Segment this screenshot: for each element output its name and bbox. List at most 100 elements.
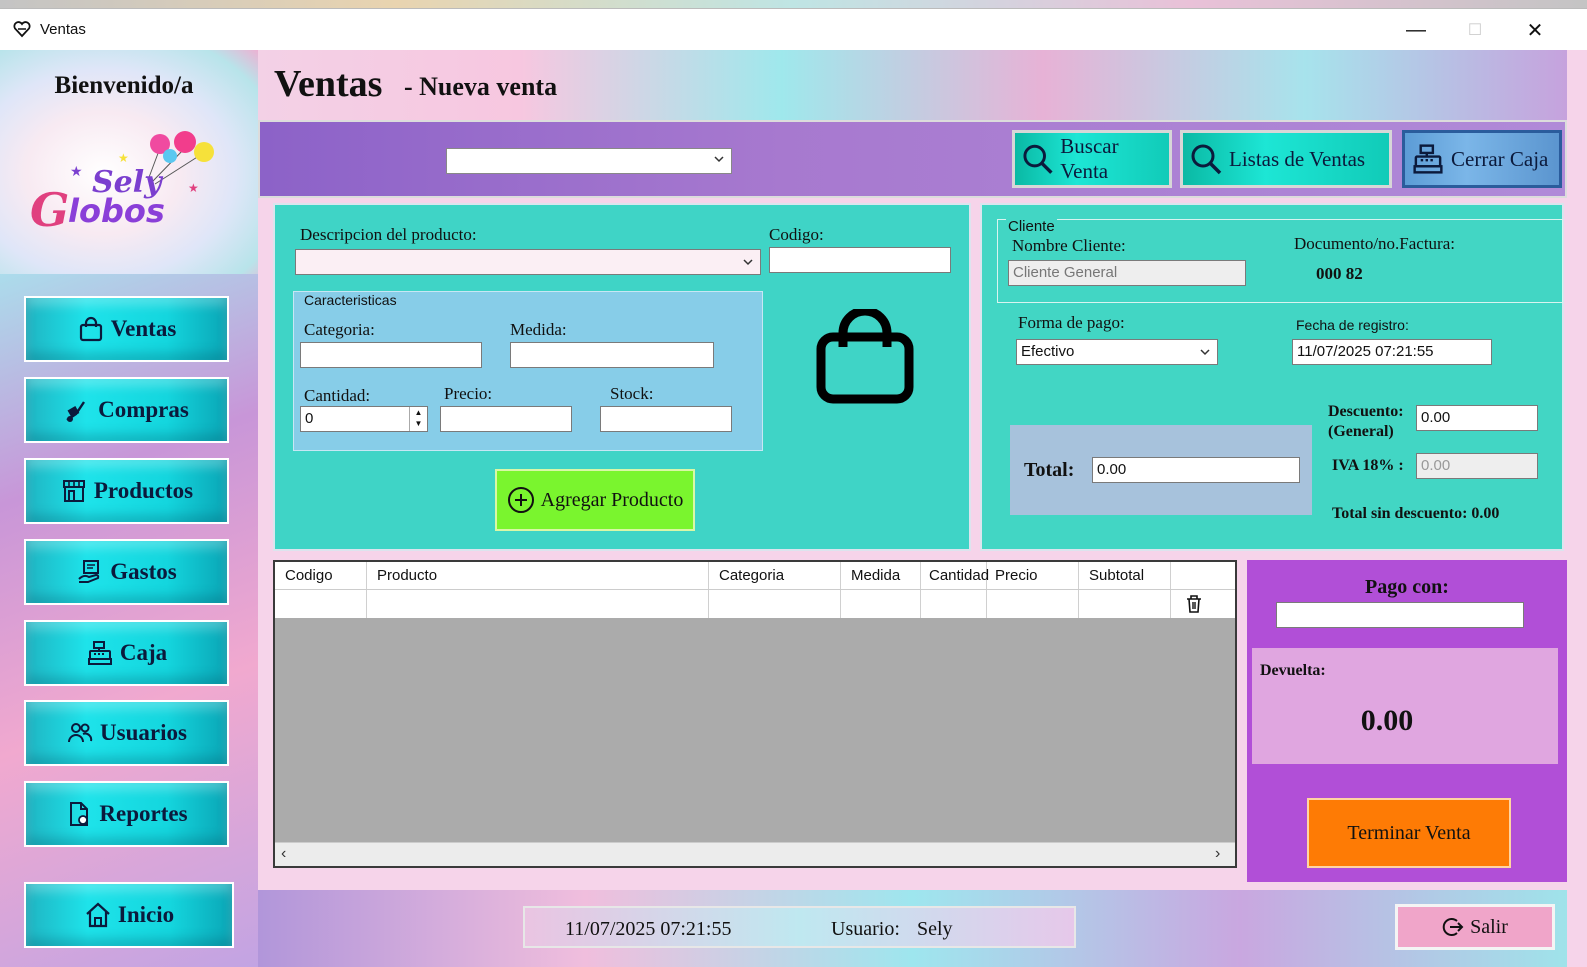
exit-button[interactable]: Salir <box>1395 904 1555 950</box>
report-icon <box>70 802 89 826</box>
nav-gastos-button[interactable]: Gastos <box>24 539 229 605</box>
measure-input[interactable] <box>510 342 714 368</box>
sely-globos-logo: Sely G lobos ★ ★ ★ <box>30 131 214 237</box>
welcome-text: Bienvenido/a <box>54 72 194 99</box>
column-header[interactable]: Precio <box>987 562 1079 589</box>
discount-input[interactable]: 0.00 <box>1416 405 1538 431</box>
stock-input[interactable] <box>600 406 732 432</box>
page-title: Ventas <box>274 63 383 105</box>
sidebar: Bienvenido/a Sely G lobos ★ ★ ★ Ventas C… <box>0 50 258 967</box>
total-no-discount: Total sin descuento: 0.00 <box>1332 505 1500 522</box>
column-header[interactable]: Codigo <box>275 562 367 589</box>
shopping-bag-icon <box>816 309 914 404</box>
nav-ventas-label: Ventas <box>110 316 177 341</box>
column-header[interactable]: Subtotal <box>1079 562 1171 589</box>
price-input[interactable] <box>440 406 572 432</box>
document-value: 000 82 <box>1316 264 1363 283</box>
code-label: Codigo: <box>769 225 824 244</box>
add-product-button[interactable]: Agregar Producto <box>495 469 695 531</box>
table-cell[interactable] <box>987 590 1079 618</box>
nav-compras-label: Compras <box>98 397 189 422</box>
toolbar: Buscar Venta Listas de Ventas Cerrar Caj… <box>258 120 1567 198</box>
column-header[interactable]: Medida <box>841 562 921 589</box>
nav-usuarios-button[interactable]: Usuarios <box>24 700 229 766</box>
top-select[interactable] <box>446 148 732 174</box>
nav-productos-button[interactable]: Productos <box>24 458 229 524</box>
status-bar: 11/07/2025 07:21:55 Usuario: Sely Salir <box>258 890 1567 967</box>
nav-compras-button[interactable]: Compras <box>24 377 229 443</box>
registration-date-input[interactable]: 11/07/2025 07:21:55 <box>1292 339 1492 365</box>
table-cell[interactable] <box>275 590 367 618</box>
characteristics-group: Caracteristicas Categoria: Medida: Canti… <box>293 291 763 451</box>
stepper-arrows[interactable]: ▲ ▼ <box>409 407 427 431</box>
scroll-left-icon[interactable]: ‹ <box>281 845 286 863</box>
table-cell[interactable] <box>921 590 987 618</box>
title-bar: Ventas — ☐ ✕ <box>0 8 1587 50</box>
user-label: Usuario: <box>831 918 900 940</box>
description-select[interactable] <box>295 249 761 275</box>
nav-caja-label: Caja <box>119 640 168 665</box>
pay-with-input[interactable] <box>1276 602 1524 628</box>
page-subtitle: - Nueva venta <box>404 72 558 101</box>
search-sale-button[interactable]: Buscar Venta <box>1012 130 1172 188</box>
desktop-strip <box>0 0 1587 8</box>
column-header[interactable]: Cantidad <box>921 562 989 589</box>
maximize-button[interactable]: ☐ <box>1452 15 1498 45</box>
client-name-label: Nombre Cliente: <box>1012 236 1126 255</box>
sales-lists-button[interactable]: Listas de Ventas <box>1180 130 1392 188</box>
change-value: 0.00 <box>1360 704 1414 737</box>
nav-inicio-label: Inicio <box>117 902 175 927</box>
cash-register-icon <box>87 641 112 665</box>
column-header[interactable]: Categoria <box>709 562 841 589</box>
total-label: Total: <box>1024 459 1075 481</box>
category-input[interactable] <box>300 342 482 368</box>
nav-inicio-button[interactable]: Inicio <box>24 882 234 948</box>
category-label: Categoria: <box>304 320 375 339</box>
svg-text:★: ★ <box>118 151 129 165</box>
close-button[interactable]: ✕ <box>1512 15 1558 45</box>
search-icon <box>1023 144 1053 174</box>
finish-sale-label: Terminar Venta <box>1347 821 1471 844</box>
column-header[interactable]: Producto <box>367 562 709 589</box>
chevron-down-icon <box>714 156 724 163</box>
code-input[interactable] <box>769 247 951 273</box>
payment-panel: Pago con: Devuelta: 0.00 Terminar Venta <box>1247 560 1567 882</box>
heart-app-icon <box>13 21 31 38</box>
change-label: Devuelta: <box>1260 662 1326 679</box>
nav-caja-button[interactable]: Caja <box>24 620 229 686</box>
window-title: Ventas <box>40 21 86 38</box>
total-input[interactable]: 0.00 <box>1092 457 1300 483</box>
table-row[interactable] <box>275 590 1235 618</box>
table-cell[interactable] <box>1079 590 1171 618</box>
add-product-label: Agregar Producto <box>540 488 684 511</box>
minimize-button[interactable]: — <box>1393 15 1439 45</box>
client-name-input[interactable]: Cliente General <box>1008 260 1246 286</box>
table-cell[interactable] <box>367 590 709 618</box>
close-register-button[interactable]: Cerrar Caja <box>1402 130 1562 188</box>
logout-icon <box>1442 918 1464 936</box>
status-box: 11/07/2025 07:21:55 Usuario: Sely <box>523 906 1076 948</box>
document-label: Documento/no.Factura: <box>1294 234 1455 253</box>
page-header: Ventas - Nueva venta <box>258 50 1567 120</box>
svg-text:★: ★ <box>70 165 83 180</box>
nav-ventas-button[interactable]: Ventas <box>24 296 229 362</box>
payment-method-select[interactable]: Efectivo <box>1016 339 1218 365</box>
sale-items-table[interactable]: Codigo Producto Categoria Medida Cantida… <box>273 560 1237 868</box>
quantity-stepper[interactable]: 0 ▲ ▼ <box>300 406 428 432</box>
iva-input[interactable]: 0.00 <box>1416 453 1538 479</box>
trash-icon[interactable] <box>1185 594 1203 614</box>
column-header[interactable] <box>1171 562 1235 589</box>
store-icon <box>62 480 85 502</box>
exit-label: Salir <box>1470 915 1508 938</box>
table-cell[interactable] <box>841 590 921 618</box>
client-panel: Cliente Nombre Cliente: Cliente General … <box>980 203 1564 551</box>
table-cell[interactable] <box>709 590 841 618</box>
status-datetime: 11/07/2025 07:21:55 <box>565 918 732 940</box>
finish-sale-button[interactable]: Terminar Venta <box>1307 798 1511 868</box>
stock-label: Stock: <box>610 384 654 403</box>
nav-reportes-button[interactable]: Reportes <box>24 781 229 847</box>
description-label: Descripcion del producto: <box>300 225 477 244</box>
sales-lists-label: Listas de Ventas <box>1229 146 1366 171</box>
horizontal-scrollbar[interactable]: ‹ › <box>275 842 1235 866</box>
scroll-right-icon[interactable]: › <box>1215 845 1220 863</box>
